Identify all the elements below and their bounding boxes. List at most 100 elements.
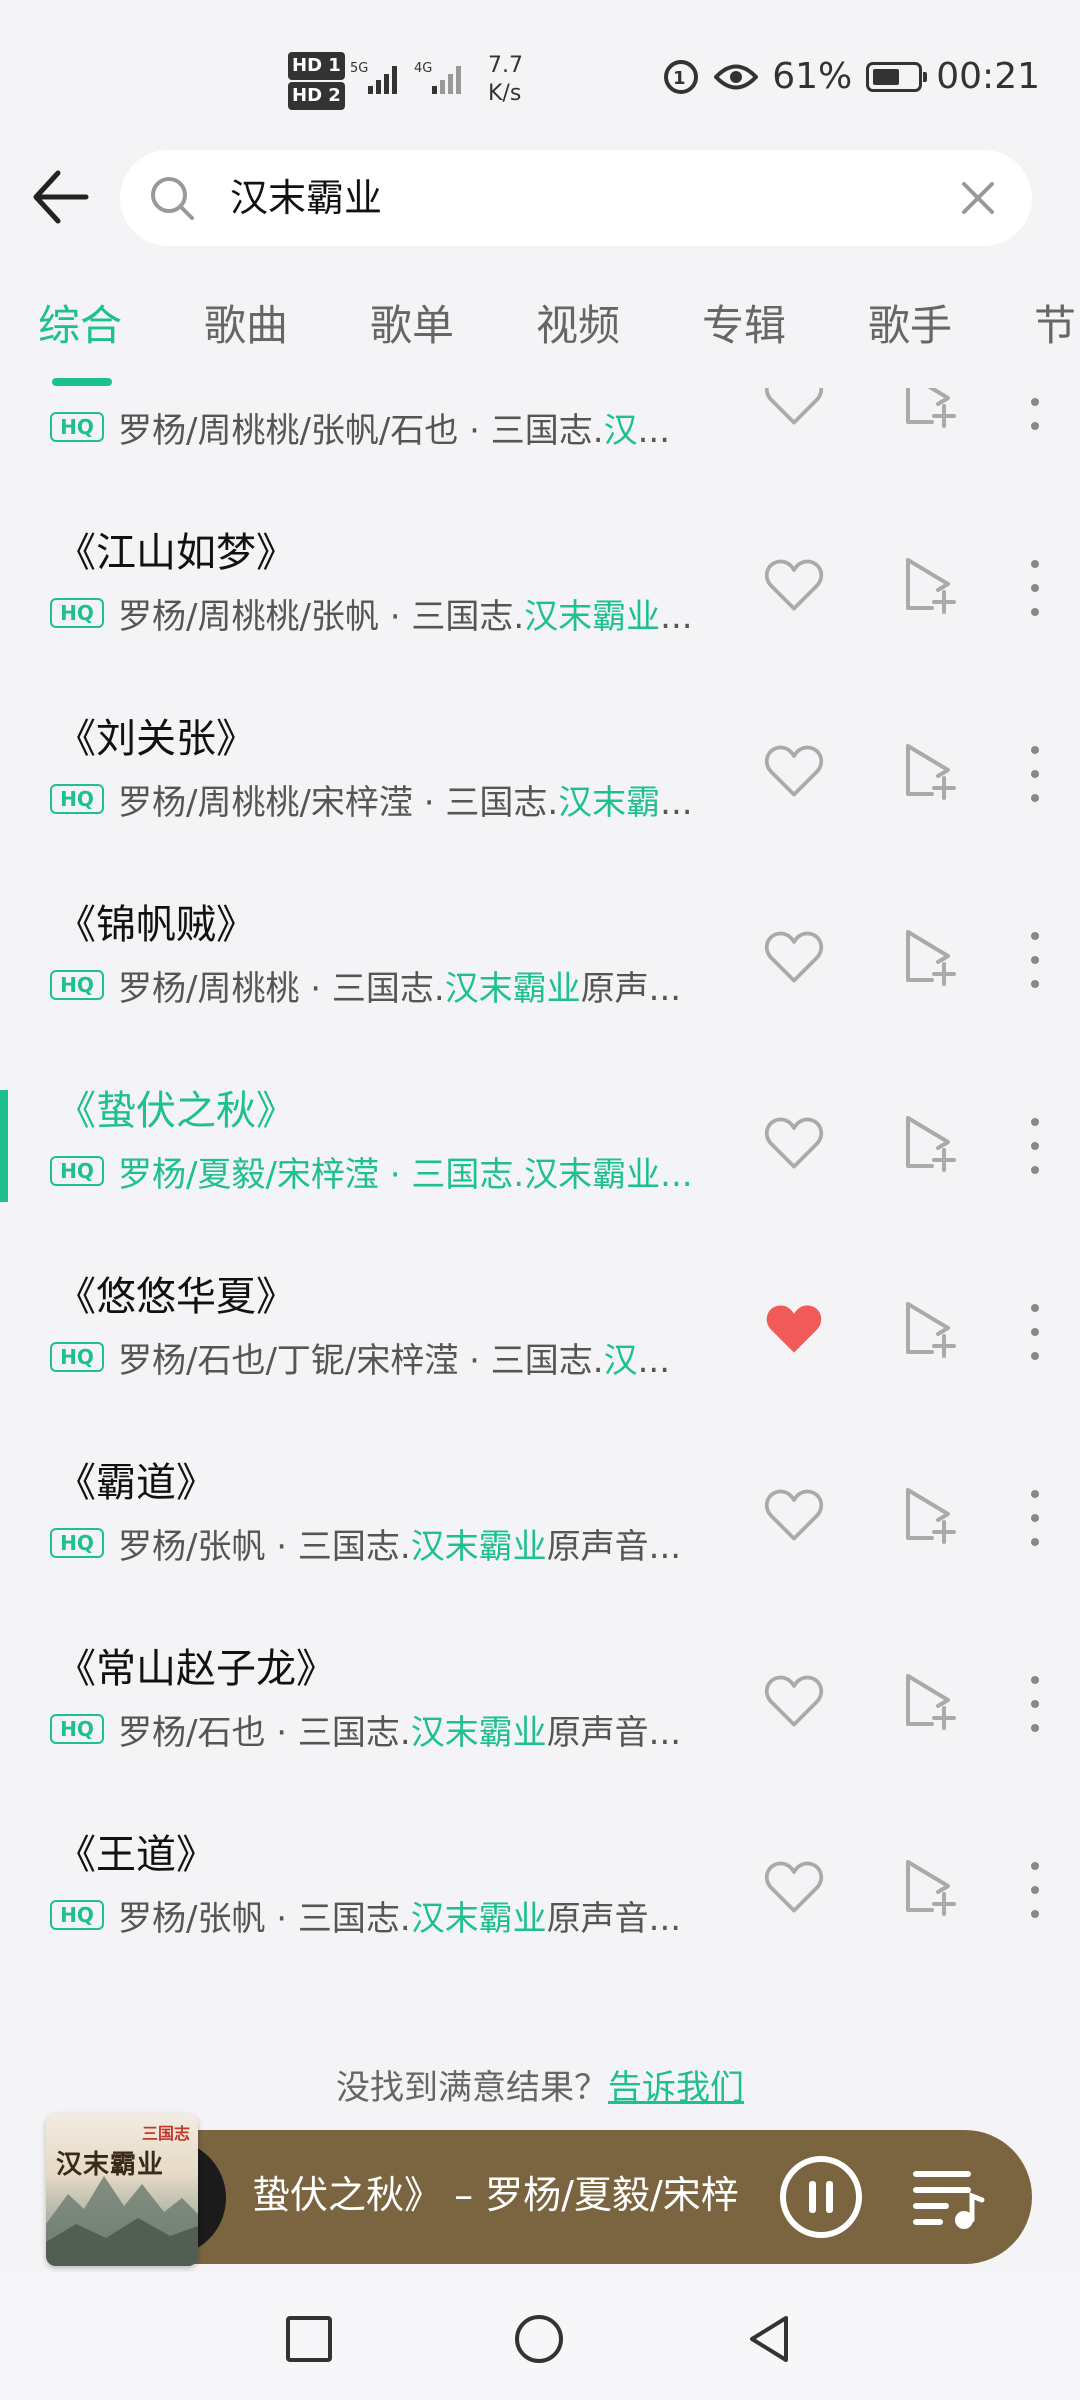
album-rest: 原声音... (546, 1712, 682, 1753)
search-box[interactable]: 汉末霸业 (120, 150, 1032, 246)
status-bar: HD 1 HD 2 5G 4G 7.7 K/s 1 61% 00:21 (0, 0, 1080, 150)
more-options-icon[interactable] (1020, 928, 1050, 992)
add-to-playlist-icon[interactable] (898, 1854, 962, 1918)
signal-4g-icon: 4G (414, 58, 474, 102)
song-row[interactable]: 《蛰伏之秋》 HQ 罗杨/夏毅/宋梓滢 · 三国志.汉末霸业... (0, 1054, 1080, 1240)
add-to-playlist-icon[interactable] (898, 738, 962, 802)
song-title[interactable]: 《霸道》 (56, 1456, 216, 1510)
pause-button[interactable] (778, 2154, 864, 2240)
speed-value: 7.7 (488, 53, 523, 78)
song-row[interactable]: 《江山如梦》 HQ 罗杨/周桃桃/张帆 · 三国志.汉末霸业... (0, 496, 1080, 682)
hq-badge: HQ (50, 784, 104, 814)
album-highlight: 汉末霸 (558, 782, 661, 823)
add-to-playlist-icon[interactable] (898, 552, 962, 616)
song-title[interactable]: 《王道》 (56, 1828, 216, 1882)
playlist-queue-icon[interactable] (910, 2160, 986, 2236)
album-highlight: 汉末霸业 (410, 1526, 547, 1567)
song-list: 《凛冬之风》HQ罗杨/周桃桃/张帆/石也 · 三国志.汉...《江山如梦》HQ罗… (0, 370, 1080, 2050)
back-nav-icon[interactable] (742, 2312, 796, 2366)
song-title[interactable]: 《刘关张》 (56, 712, 256, 766)
hd-indicators: HD 1 HD 2 (288, 50, 348, 110)
tab-playlists[interactable]: 歌单 (370, 298, 454, 354)
song-row[interactable]: 《凛冬之风》HQ罗杨/周桃桃/张帆/石也 · 三国志.汉... (0, 370, 1080, 496)
tab-songs[interactable]: 歌曲 (204, 298, 288, 354)
artist-text: 罗杨/夏毅/宋梓滢 · 三国志. (118, 1154, 525, 1195)
song-title[interactable]: 《锦帆贼》 (56, 898, 256, 952)
tab-artists[interactable]: 歌手 (868, 298, 952, 354)
network-speed: 7.7 K/s (488, 52, 523, 108)
song-artist-album: 罗杨/石也 · 三国志.汉末霸业原声音... (118, 1705, 681, 1754)
song-row[interactable]: 《刘关张》 HQ 罗杨/周桃桃/宋梓滢 · 三国志.汉末霸... (0, 682, 1080, 868)
song-title[interactable]: 《蛰伏之秋》 (56, 1084, 296, 1138)
album-highlight: 汉 (603, 410, 638, 451)
album-rest: ... (637, 1340, 671, 1381)
like-heart-icon[interactable] (762, 554, 826, 618)
add-to-playlist-icon[interactable] (898, 1668, 962, 1732)
song-row[interactable]: 《王道》 HQ 罗杨/张帆 · 三国志.汉末霸业原声音... (0, 1798, 1080, 1984)
song-row[interactable]: 《霸道》 HQ 罗杨/张帆 · 三国志.汉末霸业原声音... (0, 1426, 1080, 1612)
back-arrow-icon[interactable] (28, 165, 92, 229)
album-rest: ... (660, 1154, 693, 1195)
album-highlight: 汉末霸业 (444, 968, 581, 1009)
hq-badge: HQ (50, 598, 104, 628)
like-heart-icon[interactable] (762, 1670, 826, 1734)
clock: 00:21 (936, 56, 1040, 97)
album-highlight: 汉末霸业 (410, 1898, 547, 1939)
recent-apps-icon[interactable] (282, 2312, 336, 2366)
like-heart-icon[interactable] (762, 1856, 826, 1920)
add-to-playlist-icon[interactable] (898, 1110, 962, 1174)
hq-badge: HQ (50, 1156, 104, 1186)
song-meta: HQ 罗杨/周桃桃 · 三国志.汉末霸业原声... (50, 960, 681, 1010)
song-row[interactable]: 《常山赵子龙》 HQ 罗杨/石也 · 三国志.汉末霸业原声音... (0, 1612, 1080, 1798)
tell-us-link[interactable]: 告诉我们 (608, 2068, 744, 2108)
search-input[interactable]: 汉末霸业 (230, 172, 382, 224)
artist-text: 罗杨/石也/丁铌/宋梓滢 · 三国志. (118, 1340, 604, 1381)
hd1-badge: HD 1 (288, 52, 345, 80)
song-artist-album: 罗杨/张帆 · 三国志.汉末霸业原声音... (118, 1891, 681, 1940)
album-highlight: 汉末霸业 (524, 1154, 661, 1195)
album-rest: 原声音... (546, 1526, 682, 1567)
like-heart-icon[interactable] (762, 1112, 826, 1176)
search-icon (151, 177, 194, 220)
album-cover[interactable]: 三国志 汉末霸业 (46, 2114, 198, 2266)
add-to-playlist-icon[interactable] (898, 924, 962, 988)
song-artist-album: 罗杨/周桃桃/张帆/石也 · 三国志.汉... (118, 403, 670, 452)
song-title[interactable]: 《江山如梦》 (56, 526, 296, 580)
tab-indicator (52, 378, 112, 386)
hq-badge: HQ (50, 1528, 104, 1558)
tab-programs[interactable]: 节 (1034, 298, 1076, 354)
add-to-playlist-icon[interactable] (898, 1482, 962, 1546)
more-options-icon[interactable] (1020, 742, 1050, 806)
like-heart-icon[interactable] (762, 926, 826, 990)
artist-text: 罗杨/张帆 · 三国志. (118, 1898, 411, 1939)
more-options-icon[interactable] (1020, 1672, 1050, 1736)
tab-videos[interactable]: 视频 (536, 298, 620, 354)
like-heart-icon[interactable] (762, 1484, 826, 1548)
add-to-playlist-icon[interactable] (898, 1296, 962, 1360)
song-meta: HQ 罗杨/张帆 · 三国志.汉末霸业原声音... (50, 1890, 681, 1940)
like-heart-icon[interactable] (762, 740, 826, 804)
song-title[interactable]: 《悠悠华夏》 (56, 1270, 296, 1324)
tab-overall[interactable]: 综合 (38, 298, 122, 354)
song-meta: HQ 罗杨/周桃桃/张帆 · 三国志.汉末霸业... (50, 588, 693, 638)
song-meta: HQ 罗杨/张帆 · 三国志.汉末霸业原声音... (50, 1518, 681, 1568)
more-options-icon[interactable] (1020, 1114, 1050, 1178)
song-title[interactable]: 《常山赵子龙》 (56, 1642, 336, 1696)
song-row[interactable]: 《锦帆贼》 HQ 罗杨/周桃桃 · 三国志.汉末霸业原声... (0, 868, 1080, 1054)
home-icon[interactable] (512, 2312, 566, 2366)
tab-albums[interactable]: 专辑 (702, 298, 786, 354)
more-options-icon[interactable] (1020, 1858, 1050, 1922)
song-row[interactable]: 《悠悠华夏》 HQ 罗杨/石也/丁铌/宋梓滢 · 三国志.汉... (0, 1240, 1080, 1426)
hq-badge: HQ (50, 970, 104, 1000)
system-nav-bar (0, 2272, 1080, 2400)
more-options-icon[interactable] (1020, 1486, 1050, 1550)
artist-text: 罗杨/周桃桃/张帆/石也 · 三国志. (118, 410, 604, 451)
clear-icon[interactable] (958, 178, 998, 218)
speed-unit: K/s (488, 81, 522, 106)
album-rest: 原声... (580, 968, 682, 1009)
like-heart-icon[interactable] (762, 1298, 826, 1362)
more-options-icon[interactable] (1020, 556, 1050, 620)
now-playing-text[interactable]: 蛰伏之秋》 – 罗杨/夏毅/宋梓 (252, 2168, 792, 2222)
song-artist-album: 罗杨/周桃桃 · 三国志.汉末霸业原声... (118, 961, 681, 1010)
more-options-icon[interactable] (1020, 1300, 1050, 1364)
